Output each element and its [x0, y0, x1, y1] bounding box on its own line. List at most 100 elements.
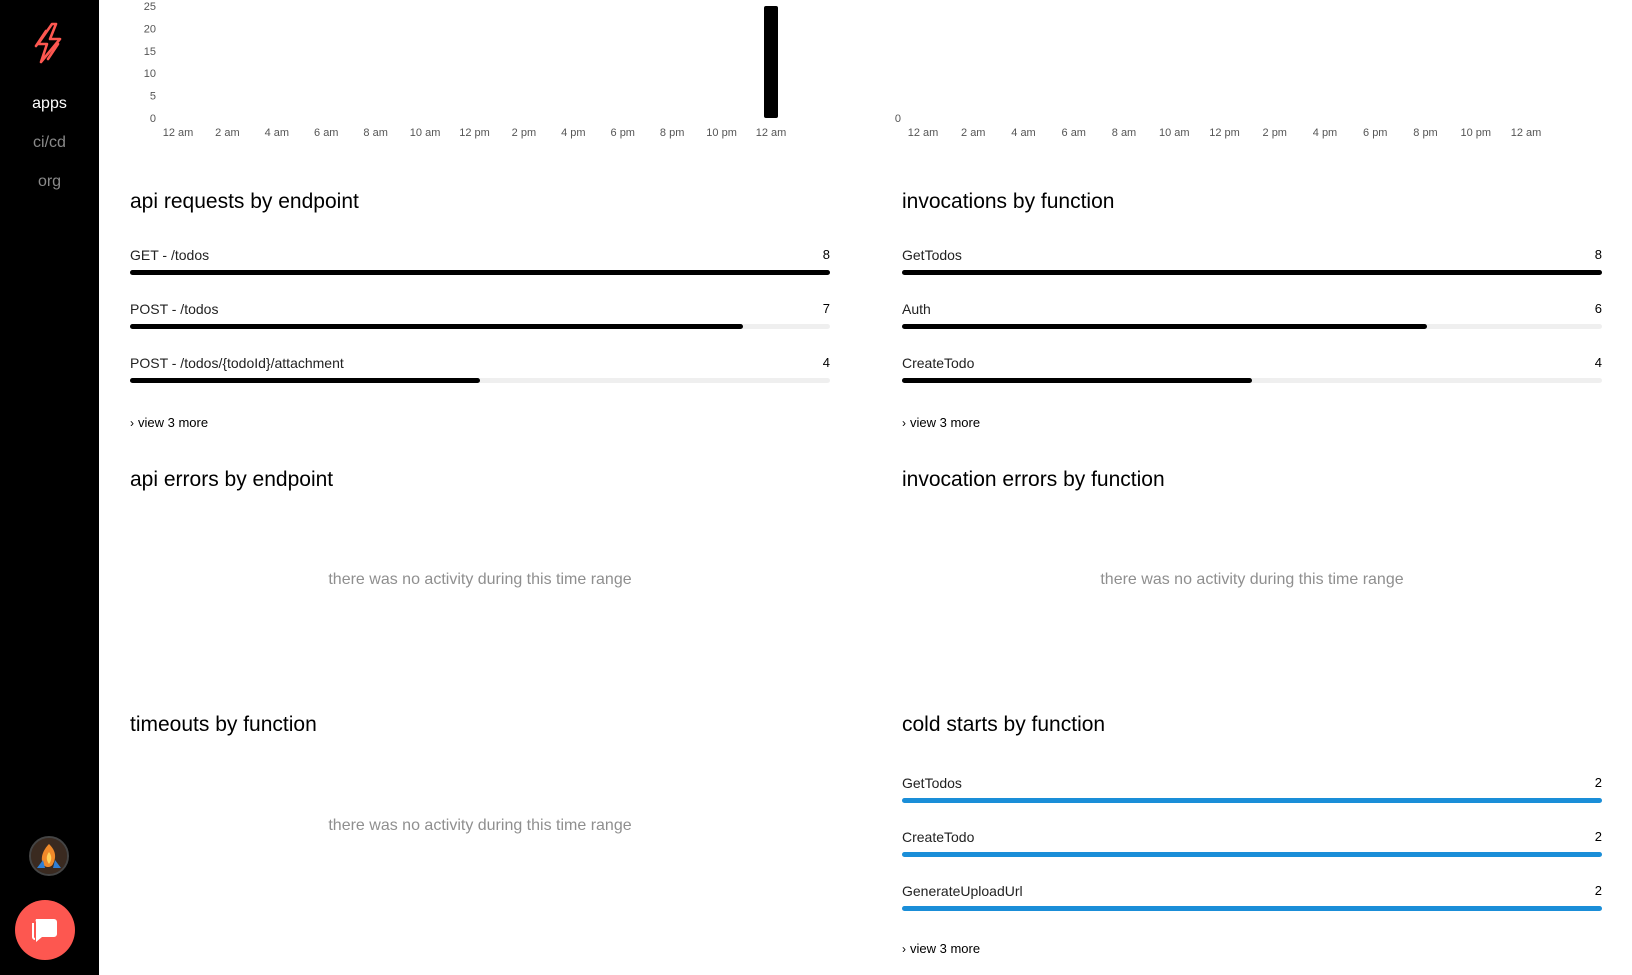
bar-value: 6	[1594, 301, 1602, 316]
chat-bubble-icon	[32, 919, 57, 942]
bar-label: POST - /todos/{todoId}/attachment	[130, 355, 344, 371]
list-item: CreateTodo 2	[902, 829, 1602, 859]
view-more-link[interactable]: › view 3 more	[130, 415, 208, 430]
api-errors-panel: api errors by endpoint there was no acti…	[130, 466, 830, 636]
view-more-label: view 3 more	[138, 415, 209, 430]
bar-value: 8	[822, 247, 830, 262]
bar-label: GenerateUploadUrl	[902, 883, 1023, 899]
x-tick-label: 12 am	[908, 127, 939, 139]
chat-button[interactable]	[15, 900, 75, 960]
x-tick-label: 12 am	[163, 127, 194, 139]
x-tick-label: 4 pm	[1313, 127, 1337, 139]
panel-title: invocation errors by function	[902, 468, 1165, 491]
empty-state-message: there was no activity during this time r…	[328, 817, 632, 834]
x-tick-label: 10 pm	[1460, 127, 1491, 139]
bar-fill	[902, 906, 1602, 911]
bar-label: CreateTodo	[902, 829, 975, 845]
panel-title: timeouts by function	[130, 713, 317, 736]
bar-track	[902, 270, 1602, 275]
bar-label: POST - /todos	[130, 301, 219, 317]
x-tick-label: 6 am	[314, 127, 338, 139]
x-tick-label: 4 am	[265, 127, 289, 139]
bar-value: 4	[1594, 355, 1602, 370]
x-tick-label: 12 pm	[1209, 127, 1240, 139]
api-requests-panel: api requests by endpoint GET - /todos 8 …	[130, 186, 830, 436]
cold-starts-panel: cold starts by function GetTodos 2 Creat…	[902, 711, 1602, 966]
x-tick-label: 4 pm	[561, 127, 585, 139]
bar-fill	[902, 852, 1602, 857]
x-tick-label: 6 pm	[1363, 127, 1387, 139]
x-tick-label: 6 am	[1062, 127, 1086, 139]
y-tick-label: 0	[895, 113, 901, 125]
list-item: Auth 6	[902, 301, 1602, 331]
bar-fill	[130, 324, 743, 329]
nav-item-org[interactable]: org	[0, 173, 99, 191]
bar-track	[902, 378, 1602, 383]
list-item: GET - /todos 8	[130, 247, 830, 277]
x-tick-label: 2 am	[961, 127, 985, 139]
nav-item-cicd[interactable]: ci/cd	[0, 134, 99, 152]
x-tick-label: 12 am	[1511, 127, 1542, 139]
bar-track	[902, 798, 1602, 803]
y-tick-label: 25	[144, 1, 156, 13]
view-more-link[interactable]: › view 3 more	[902, 941, 980, 956]
list-item: GetTodos 2	[902, 775, 1602, 805]
list-item: CreateTodo 4	[902, 355, 1602, 385]
bar-track	[130, 270, 830, 275]
bar-fill	[902, 324, 1427, 329]
x-tick-label: 8 pm	[660, 127, 684, 139]
x-tick-label: 4 am	[1011, 127, 1035, 139]
y-tick-label: 0	[150, 113, 156, 125]
x-tick-label: 2 pm	[1263, 127, 1287, 139]
bar-track	[902, 906, 1602, 911]
chevron-right-icon: ›	[902, 416, 906, 430]
timeouts-panel: timeouts by function there was no activi…	[130, 711, 830, 881]
x-tick-label: 2 am	[215, 127, 239, 139]
x-tick-label: 12 pm	[459, 127, 490, 139]
invocation-errors-panel: invocation errors by function there was …	[902, 466, 1602, 636]
empty-state-message: there was no activity during this time r…	[328, 571, 632, 588]
y-tick-label: 20	[144, 23, 156, 35]
list-item: GetTodos 8	[902, 247, 1602, 277]
requests-chart: 0 5 10 15 20 25 12 am 2 am 4 am 6 am 8 am 10 am 12 p…	[130, 0, 830, 150]
invocations-chart: 0 12 am 2 am 4 am 6 am 8 am 10 am 12 pm 2 pm 4 pm…	[895, 0, 1595, 150]
list-item: POST - /todos 7	[130, 301, 830, 331]
invocations-panel: invocations by function GetTodos 8 Auth …	[902, 186, 1602, 436]
bar-value: 8	[1594, 247, 1602, 262]
bar-label: GET - /todos	[130, 247, 210, 263]
x-tick-label: 8 am	[363, 127, 387, 139]
bar-label: CreateTodo	[902, 355, 975, 371]
bar-label: GetTodos	[902, 247, 962, 263]
x-tick-label: 10 am	[410, 127, 441, 139]
sidebar: apps ci/cd org	[0, 0, 99, 975]
panel-title: cold starts by function	[902, 713, 1106, 736]
bar-track	[130, 324, 830, 329]
chart-bar	[764, 6, 778, 118]
x-tick-label: 12 am	[756, 127, 787, 139]
chevron-right-icon: ›	[130, 416, 134, 430]
bar-value: 2	[1594, 775, 1602, 790]
bar-value: 4	[822, 355, 830, 370]
bar-track	[902, 324, 1602, 329]
user-avatar-icon[interactable]	[29, 836, 69, 876]
x-tick-label: 10 am	[1159, 127, 1190, 139]
bar-fill	[902, 798, 1602, 803]
bar-value: 2	[1594, 829, 1602, 844]
x-tick-label: 8 pm	[1413, 127, 1437, 139]
bar-label: GetTodos	[902, 775, 962, 791]
view-more-link[interactable]: › view 3 more	[902, 415, 980, 430]
panel-title: api errors by endpoint	[130, 468, 334, 491]
nav-item-apps[interactable]: apps	[0, 95, 99, 113]
y-tick-label: 10	[144, 68, 156, 80]
x-tick-label: 8 am	[1112, 127, 1136, 139]
panel-title: api requests by endpoint	[130, 190, 359, 213]
empty-state-message: there was no activity during this time r…	[1100, 571, 1404, 588]
bar-value: 7	[822, 301, 830, 316]
bar-fill	[130, 378, 480, 383]
serverless-bolt-icon[interactable]	[30, 22, 68, 64]
bar-label: Auth	[902, 301, 931, 317]
y-tick-label: 5	[150, 91, 156, 103]
bar-track	[902, 852, 1602, 857]
y-tick-label: 15	[144, 46, 156, 58]
bar-fill	[902, 270, 1602, 275]
